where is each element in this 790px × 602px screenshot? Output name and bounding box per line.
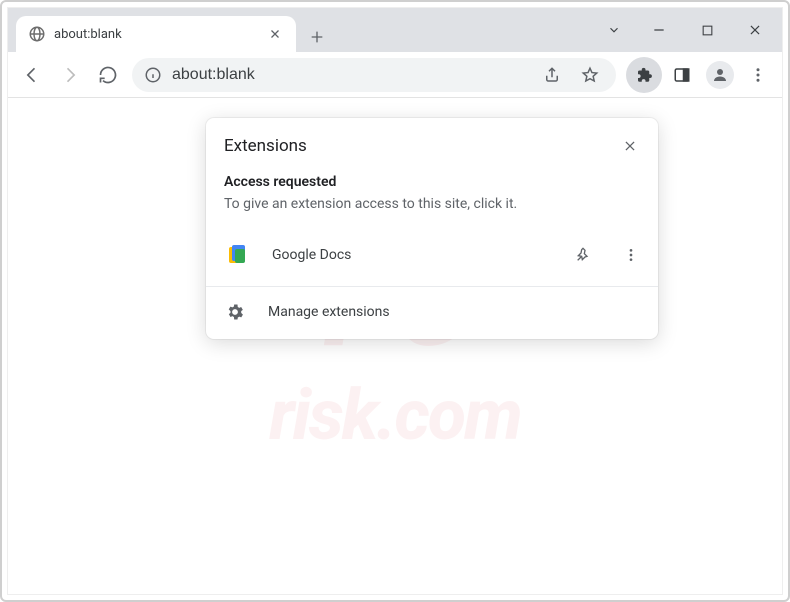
- browser-tab[interactable]: about:blank: [16, 16, 296, 52]
- bookmark-star-icon[interactable]: [576, 61, 604, 89]
- back-button[interactable]: [14, 57, 50, 93]
- side-panel-button[interactable]: [664, 57, 700, 93]
- menu-button[interactable]: [740, 57, 776, 93]
- window-titlebar: about:blank: [8, 8, 782, 52]
- forward-button: [52, 57, 88, 93]
- access-requested-section: Access requested To give an extension ac…: [206, 172, 658, 226]
- profile-button[interactable]: [702, 57, 738, 93]
- extensions-button[interactable]: [626, 57, 662, 93]
- share-icon[interactable]: [538, 61, 566, 89]
- access-requested-heading: Access requested: [224, 174, 640, 190]
- toolbar-right: [626, 57, 776, 93]
- tab-strip: about:blank: [8, 8, 594, 52]
- google-docs-icon: [224, 242, 250, 268]
- tab-close-icon[interactable]: [266, 25, 284, 43]
- extensions-popup: Extensions Access requested To give an e…: [206, 118, 658, 339]
- manage-extensions-button[interactable]: Manage extensions: [206, 287, 658, 339]
- popup-header: Extensions: [206, 118, 658, 172]
- new-tab-button[interactable]: [302, 22, 332, 52]
- browser-toolbar: [8, 52, 782, 98]
- address-bar[interactable]: [132, 58, 616, 92]
- window-minimize-button[interactable]: [636, 10, 682, 50]
- manage-extensions-label: Manage extensions: [260, 304, 390, 320]
- window-controls: [594, 8, 782, 52]
- extension-item[interactable]: Google Docs: [206, 226, 658, 287]
- chevron-down-icon[interactable]: [594, 10, 634, 50]
- window-close-button[interactable]: [732, 10, 778, 50]
- pin-icon[interactable]: [566, 238, 600, 272]
- window-maximize-button[interactable]: [684, 10, 730, 50]
- url-input[interactable]: [172, 66, 528, 84]
- gear-icon: [224, 301, 246, 323]
- extension-name: Google Docs: [264, 247, 552, 263]
- globe-icon: [28, 25, 46, 43]
- tab-title: about:blank: [54, 27, 258, 42]
- reload-button[interactable]: [90, 57, 126, 93]
- site-info-icon[interactable]: [144, 66, 162, 84]
- popup-title: Extensions: [224, 136, 616, 156]
- more-actions-button[interactable]: [614, 238, 648, 272]
- popup-close-button[interactable]: [616, 132, 644, 160]
- access-requested-description: To give an extension access to this site…: [224, 196, 640, 212]
- avatar-icon: [706, 61, 734, 89]
